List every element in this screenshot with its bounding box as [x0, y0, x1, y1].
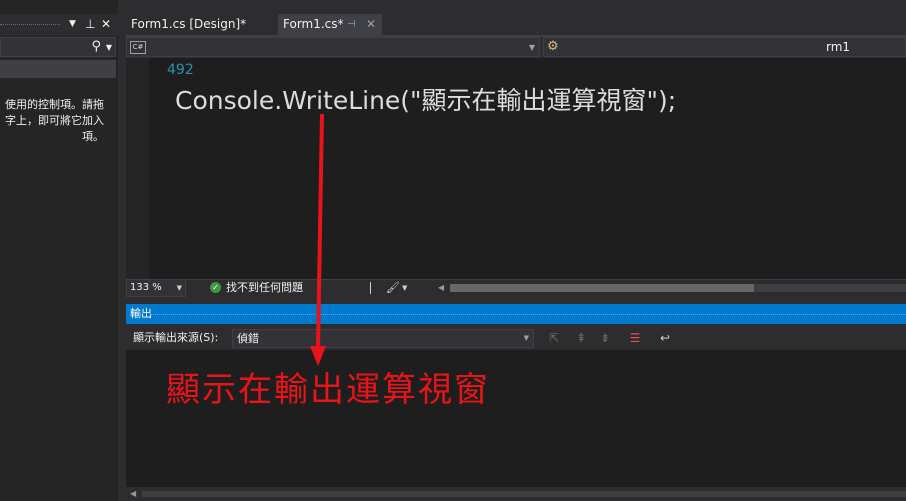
issues-status-text[interactable]: 找不到任何問題 — [226, 280, 303, 296]
annotation-arrow-shaft — [316, 113, 324, 349]
pin-tab-icon[interactable]: ⊣ — [347, 14, 356, 35]
csharp-file-icon: C# — [130, 41, 146, 54]
scroll-left-icon[interactable]: ◀ — [130, 488, 136, 500]
annotation-text: 顯示在輸出運算視窗 — [166, 370, 490, 410]
type-dropdown[interactable]: C# ▼ — [126, 37, 540, 57]
toolbox-empty-hint: 使用的控制項。請拖 字上，即可將它加入 項。 — [5, 98, 104, 143]
chevron-down-icon[interactable]: ▼ — [177, 280, 182, 296]
annotation-arrow-head — [310, 346, 326, 366]
chevron-down-icon[interactable]: ▼ — [529, 40, 535, 56]
close-tab-icon[interactable]: ✕ — [366, 14, 376, 35]
toggle-word-wrap-icon[interactable]: ↩ — [657, 329, 673, 347]
panel-splitter[interactable] — [118, 0, 126, 501]
find-message-in-code-icon[interactable]: ⇱ — [546, 329, 562, 347]
previous-message-icon[interactable]: ⇞ — [573, 329, 589, 347]
output-source-label: 顯示輸出來源(S): — [133, 331, 219, 344]
output-title-grip — [150, 314, 906, 316]
code-cleanup-icon[interactable]: 🖌 — [386, 280, 400, 296]
search-options-dropdown-icon[interactable]: ▼ — [106, 39, 112, 57]
chevron-down-icon[interactable]: ▼ — [402, 280, 407, 296]
output-source-value: 偵錯 — [237, 332, 259, 345]
scroll-left-icon[interactable]: ◀ — [438, 280, 444, 296]
close-icon[interactable]: ✕ — [101, 16, 111, 32]
zoom-level-value: 133 % — [130, 282, 162, 293]
search-icon[interactable]: ⚲ — [91, 38, 101, 56]
member-dropdown[interactable]: ⚙ rm1 — [543, 37, 906, 57]
editor-scrollbar-thumb[interactable] — [450, 284, 754, 292]
toolbox-header-grip[interactable] — [0, 24, 60, 26]
tab-form1-design[interactable]: Form1.cs [Design]* — [126, 14, 274, 35]
next-message-icon[interactable]: ⇟ — [597, 329, 613, 347]
toolbox-category-bar[interactable] — [0, 60, 116, 78]
annotation-arrow — [310, 113, 326, 366]
chevron-down-icon[interactable]: ▼ — [524, 330, 529, 347]
tab-label: Form1.cs* — [283, 17, 344, 31]
line-number: 492 — [167, 62, 194, 78]
code-line[interactable]: Console.WriteLine("顯示在輸出運算視窗"); — [175, 84, 676, 118]
member-dropdown-value: rm1 — [826, 40, 851, 54]
output-panel-gap — [126, 297, 906, 304]
editor-indicator-margin[interactable] — [126, 58, 149, 279]
output-source-select[interactable]: 偵錯 ▼ — [232, 329, 534, 348]
zoom-level-select[interactable]: 133 % ▼ — [126, 279, 186, 297]
class-member-icon: ⚙ — [547, 39, 559, 54]
clear-all-icon[interactable]: ☰ — [627, 329, 643, 347]
pin-icon[interactable]: ⊥ — [85, 16, 95, 32]
output-scrollbar-track[interactable] — [142, 491, 906, 497]
output-panel-title: 輸出 — [130, 307, 152, 320]
check-circle-icon: ✓ — [210, 282, 221, 293]
status-separator — [370, 282, 371, 294]
toolbox-search-input[interactable]: ⚲ ▼ — [0, 37, 116, 57]
tab-label: Form1.cs [Design]* — [131, 17, 247, 31]
tab-form1-code[interactable]: Form1.cs* ⊣ ✕ — [278, 14, 382, 35]
window-position-dropdown-icon[interactable]: ▼ — [69, 16, 76, 32]
